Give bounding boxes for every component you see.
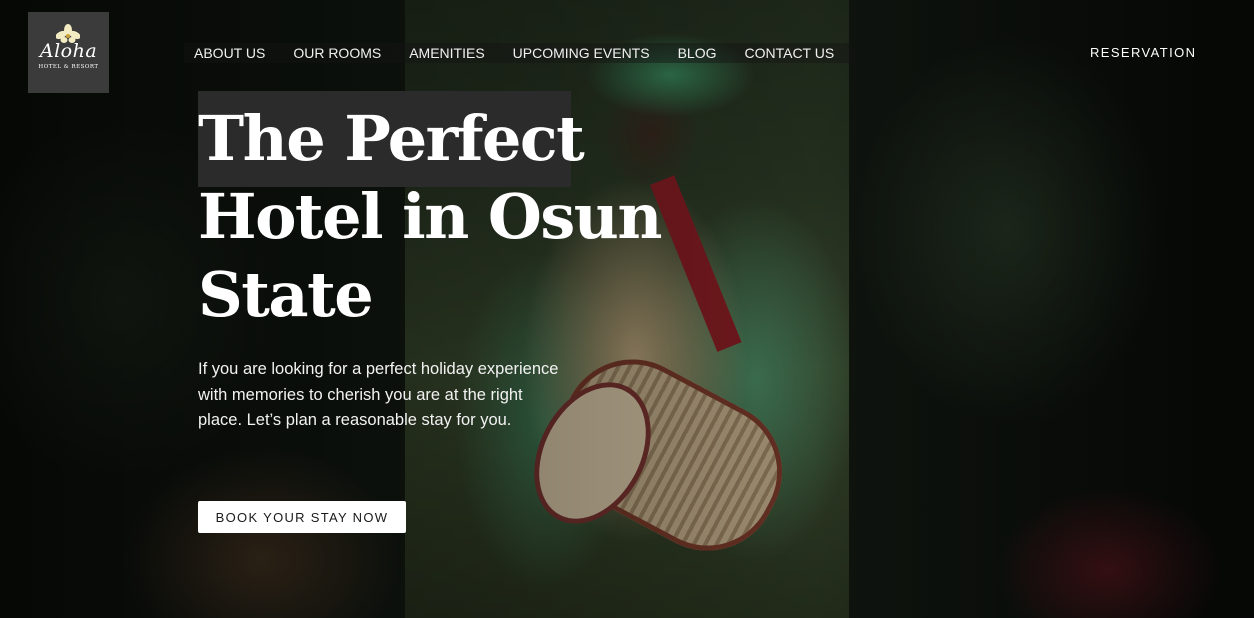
headline-line-1: The Perfect <box>198 102 585 175</box>
headline-line-3: State <box>198 258 374 331</box>
nav-item-amenities[interactable]: AMENITIES <box>399 45 494 61</box>
logo-brand: Aloha <box>39 40 98 62</box>
nav-item-blog[interactable]: BLOG <box>668 45 727 61</box>
nav-item-upcoming-events[interactable]: UPCOMING EVENTS <box>503 45 660 61</box>
hero-description: If you are looking for a perfect holiday… <box>198 360 559 429</box>
book-stay-button[interactable]: BOOK YOUR STAY NOW <box>198 501 406 533</box>
logo-subtitle: HOTEL & RESORT <box>38 64 99 70</box>
headline-line-2: Hotel in Osun <box>198 180 662 253</box>
main-nav: ABOUT US OUR ROOMS AMENITIES UPCOMING EV… <box>184 43 853 63</box>
nav-item-our-rooms[interactable]: OUR ROOMS <box>283 45 391 61</box>
nav-item-contact-us[interactable]: CONTACT US <box>734 45 844 61</box>
logo[interactable]: Aloha HOTEL & RESORT <box>28 12 109 93</box>
hero-headline: The Perfect Hotel in Osun State <box>198 100 662 334</box>
nav-item-about-us[interactable]: ABOUT US <box>184 45 275 61</box>
reservation-link[interactable]: RESERVATION <box>1090 45 1196 60</box>
